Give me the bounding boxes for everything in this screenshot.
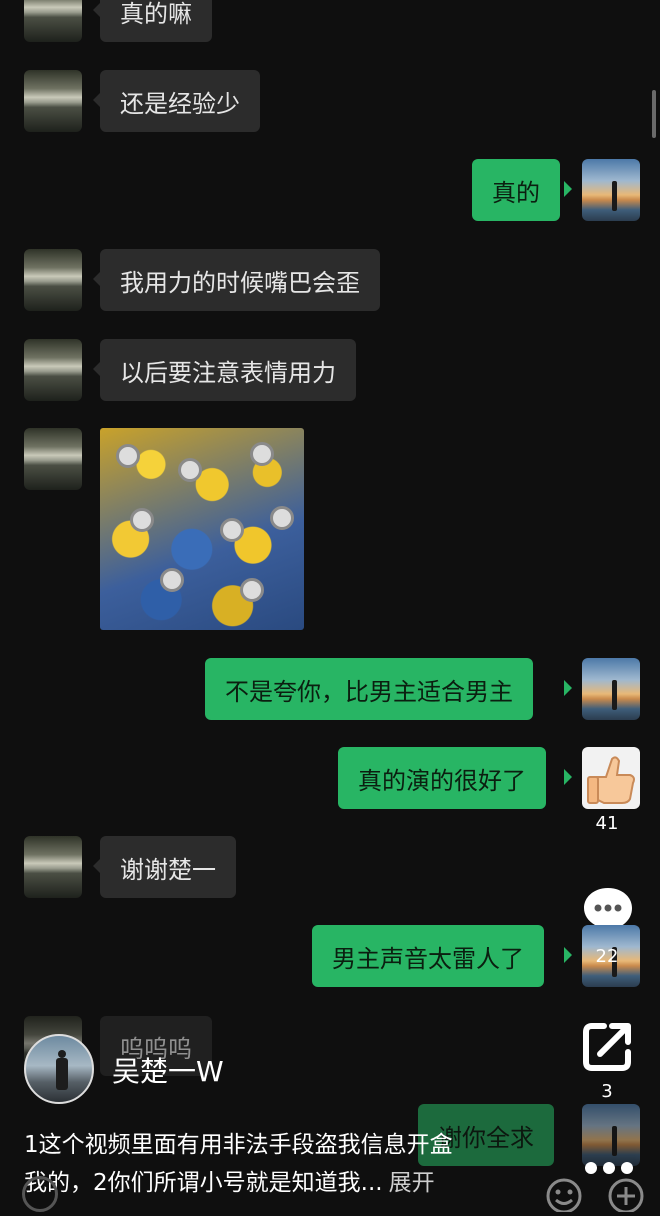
message-text: 以后要注意表情用力 — [120, 358, 336, 387]
message-bubble: 真的演的很好了 — [338, 747, 546, 809]
plus-icon[interactable] — [606, 1176, 646, 1214]
message-text: 男主声音太雷人了 — [332, 944, 524, 973]
message-bubble: 谢谢楚一 — [100, 836, 236, 898]
message-text: 还是经验少 — [120, 89, 240, 118]
share-count: 3 — [601, 1081, 613, 1102]
message-bubble: 以后要注意表情用力 — [100, 339, 356, 401]
message-text: 真的 — [492, 178, 540, 207]
contact-avatar[interactable] — [24, 0, 82, 42]
user-avatar[interactable] — [582, 1104, 640, 1166]
comment-count: 22 — [595, 946, 619, 967]
message-bubble: 真的嘛 — [100, 0, 212, 42]
message-text: 谢谢楚一 — [120, 855, 216, 884]
scrollbar[interactable] — [652, 90, 656, 138]
contact-avatar[interactable] — [24, 339, 82, 401]
like-count: 41 — [595, 813, 619, 834]
caption: 1这个视频里面有用非法手段盗我信息开盒 我的，2你们所谓小号就是知道我... 展开 — [24, 1126, 564, 1202]
message-bubble: 我用力的时候嘴巴会歪 — [100, 249, 380, 311]
expand-link[interactable]: 展开 — [389, 1170, 435, 1196]
caption-line: 我的，2你们所谓小号就是知道我... — [24, 1170, 383, 1196]
more-icon[interactable] — [582, 1160, 636, 1176]
message-bubble: 不是夸你，比男主适合男主 — [205, 658, 533, 720]
author-avatar[interactable] — [24, 1034, 94, 1104]
thumbs-up-icon[interactable] — [582, 747, 640, 809]
user-avatar[interactable] — [582, 658, 640, 720]
emoji-icon[interactable] — [544, 1176, 584, 1214]
contact-avatar[interactable] — [24, 428, 82, 490]
contact-avatar[interactable] — [24, 836, 82, 898]
message-text: 真的演的很好了 — [358, 766, 526, 795]
message-text: 我用力的时候嘴巴会歪 — [120, 268, 360, 297]
contact-avatar[interactable] — [24, 249, 82, 311]
message-bubble: 男主声音太雷人了 — [312, 925, 544, 987]
message-text: 真的嘛 — [120, 0, 192, 28]
share-icon[interactable] — [582, 1020, 636, 1074]
message-bubble: 还是经验少 — [100, 70, 260, 132]
contact-avatar[interactable] — [24, 70, 82, 132]
user-avatar[interactable] — [582, 159, 640, 221]
minions-image[interactable] — [100, 428, 304, 630]
message-bubble: 真的 — [472, 159, 560, 221]
author-name[interactable]: 吴楚一W — [112, 1050, 224, 1090]
caption-line: 1这个视频里面有用非法手段盗我信息开盒 — [24, 1132, 453, 1158]
voice-icon[interactable] — [22, 1176, 58, 1212]
message-text: 不是夸你，比男主适合男主 — [225, 677, 513, 706]
